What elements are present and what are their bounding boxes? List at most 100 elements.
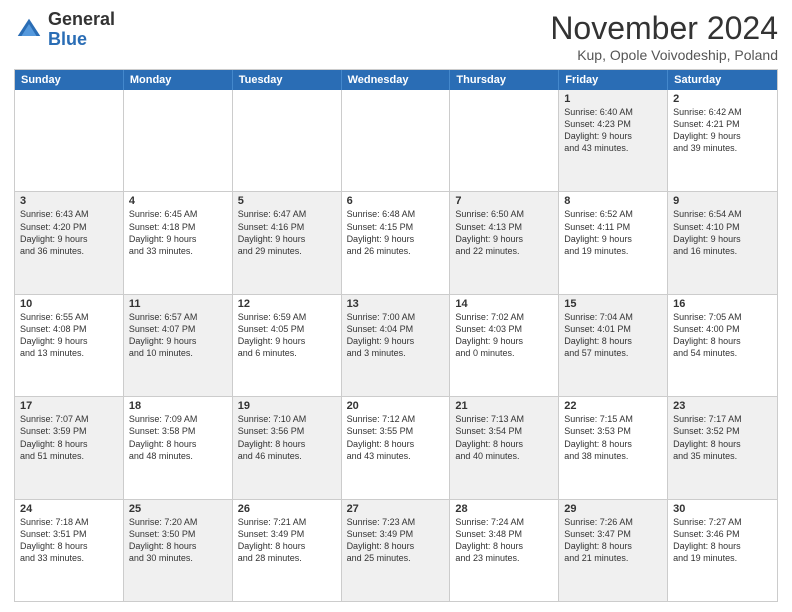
day-number-10: 10 [20,298,118,310]
cell-info-17: Sunrise: 7:07 AM Sunset: 3:59 PM Dayligh… [20,413,118,462]
title-block: November 2024 Kup, Opole Voivodeship, Po… [550,10,778,63]
calendar-cell-empty-0-0 [15,90,124,191]
calendar-cell-empty-0-4 [450,90,559,191]
calendar-cell-2: 2Sunrise: 6:42 AM Sunset: 4:21 PM Daylig… [668,90,777,191]
cell-info-3: Sunrise: 6:43 AM Sunset: 4:20 PM Dayligh… [20,208,118,257]
cell-info-20: Sunrise: 7:12 AM Sunset: 3:55 PM Dayligh… [347,413,445,462]
calendar-cell-12: 12Sunrise: 6:59 AM Sunset: 4:05 PM Dayli… [233,295,342,396]
calendar-cell-24: 24Sunrise: 7:18 AM Sunset: 3:51 PM Dayli… [15,500,124,601]
day-number-3: 3 [20,195,118,207]
calendar-cell-30: 30Sunrise: 7:27 AM Sunset: 3:46 PM Dayli… [668,500,777,601]
day-number-16: 16 [673,298,772,310]
day-number-13: 13 [347,298,445,310]
calendar-row-1: 3Sunrise: 6:43 AM Sunset: 4:20 PM Daylig… [15,191,777,293]
cell-info-15: Sunrise: 7:04 AM Sunset: 4:01 PM Dayligh… [564,311,662,360]
cell-info-23: Sunrise: 7:17 AM Sunset: 3:52 PM Dayligh… [673,413,772,462]
day-number-12: 12 [238,298,336,310]
cell-info-18: Sunrise: 7:09 AM Sunset: 3:58 PM Dayligh… [129,413,227,462]
day-number-19: 19 [238,400,336,412]
day-number-24: 24 [20,503,118,515]
day-number-9: 9 [673,195,772,207]
calendar-row-4: 24Sunrise: 7:18 AM Sunset: 3:51 PM Dayli… [15,499,777,601]
calendar-body: 1Sunrise: 6:40 AM Sunset: 4:23 PM Daylig… [15,90,777,601]
logo: General Blue [14,10,115,50]
cell-info-19: Sunrise: 7:10 AM Sunset: 3:56 PM Dayligh… [238,413,336,462]
cell-info-6: Sunrise: 6:48 AM Sunset: 4:15 PM Dayligh… [347,208,445,257]
calendar-cell-13: 13Sunrise: 7:00 AM Sunset: 4:04 PM Dayli… [342,295,451,396]
cell-info-21: Sunrise: 7:13 AM Sunset: 3:54 PM Dayligh… [455,413,553,462]
day-number-5: 5 [238,195,336,207]
cell-info-9: Sunrise: 6:54 AM Sunset: 4:10 PM Dayligh… [673,208,772,257]
calendar-row-3: 17Sunrise: 7:07 AM Sunset: 3:59 PM Dayli… [15,396,777,498]
day-number-20: 20 [347,400,445,412]
calendar: SundayMondayTuesdayWednesdayThursdayFrid… [14,69,778,602]
calendar-cell-28: 28Sunrise: 7:24 AM Sunset: 3:48 PM Dayli… [450,500,559,601]
calendar-cell-18: 18Sunrise: 7:09 AM Sunset: 3:58 PM Dayli… [124,397,233,498]
day-number-14: 14 [455,298,553,310]
weekday-header-friday: Friday [559,70,668,90]
cell-info-7: Sunrise: 6:50 AM Sunset: 4:13 PM Dayligh… [455,208,553,257]
weekday-header-monday: Monday [124,70,233,90]
calendar-cell-16: 16Sunrise: 7:05 AM Sunset: 4:00 PM Dayli… [668,295,777,396]
logo-icon [14,15,44,45]
cell-info-8: Sunrise: 6:52 AM Sunset: 4:11 PM Dayligh… [564,208,662,257]
day-number-7: 7 [455,195,553,207]
calendar-cell-14: 14Sunrise: 7:02 AM Sunset: 4:03 PM Dayli… [450,295,559,396]
day-number-15: 15 [564,298,662,310]
day-number-23: 23 [673,400,772,412]
cell-info-22: Sunrise: 7:15 AM Sunset: 3:53 PM Dayligh… [564,413,662,462]
cell-info-10: Sunrise: 6:55 AM Sunset: 4:08 PM Dayligh… [20,311,118,360]
cell-info-29: Sunrise: 7:26 AM Sunset: 3:47 PM Dayligh… [564,516,662,565]
cell-info-13: Sunrise: 7:00 AM Sunset: 4:04 PM Dayligh… [347,311,445,360]
calendar-cell-11: 11Sunrise: 6:57 AM Sunset: 4:07 PM Dayli… [124,295,233,396]
cell-info-27: Sunrise: 7:23 AM Sunset: 3:49 PM Dayligh… [347,516,445,565]
weekday-header-thursday: Thursday [450,70,559,90]
calendar-cell-8: 8Sunrise: 6:52 AM Sunset: 4:11 PM Daylig… [559,192,668,293]
logo-blue-text: Blue [48,29,87,49]
calendar-cell-26: 26Sunrise: 7:21 AM Sunset: 3:49 PM Dayli… [233,500,342,601]
day-number-4: 4 [129,195,227,207]
day-number-25: 25 [129,503,227,515]
calendar-row-2: 10Sunrise: 6:55 AM Sunset: 4:08 PM Dayli… [15,294,777,396]
day-number-6: 6 [347,195,445,207]
subtitle: Kup, Opole Voivodeship, Poland [550,47,778,63]
calendar-cell-3: 3Sunrise: 6:43 AM Sunset: 4:20 PM Daylig… [15,192,124,293]
calendar-cell-empty-0-2 [233,90,342,191]
cell-info-16: Sunrise: 7:05 AM Sunset: 4:00 PM Dayligh… [673,311,772,360]
day-number-26: 26 [238,503,336,515]
calendar-cell-29: 29Sunrise: 7:26 AM Sunset: 3:47 PM Dayli… [559,500,668,601]
calendar-cell-6: 6Sunrise: 6:48 AM Sunset: 4:15 PM Daylig… [342,192,451,293]
day-number-21: 21 [455,400,553,412]
calendar-cell-15: 15Sunrise: 7:04 AM Sunset: 4:01 PM Dayli… [559,295,668,396]
day-number-28: 28 [455,503,553,515]
logo-general-text: General [48,9,115,29]
cell-info-11: Sunrise: 6:57 AM Sunset: 4:07 PM Dayligh… [129,311,227,360]
cell-info-24: Sunrise: 7:18 AM Sunset: 3:51 PM Dayligh… [20,516,118,565]
calendar-cell-23: 23Sunrise: 7:17 AM Sunset: 3:52 PM Dayli… [668,397,777,498]
cell-info-1: Sunrise: 6:40 AM Sunset: 4:23 PM Dayligh… [564,106,662,155]
day-number-1: 1 [564,93,662,105]
calendar-cell-25: 25Sunrise: 7:20 AM Sunset: 3:50 PM Dayli… [124,500,233,601]
cell-info-26: Sunrise: 7:21 AM Sunset: 3:49 PM Dayligh… [238,516,336,565]
calendar-cell-empty-0-1 [124,90,233,191]
logo-text: General Blue [48,10,115,50]
day-number-17: 17 [20,400,118,412]
cell-info-28: Sunrise: 7:24 AM Sunset: 3:48 PM Dayligh… [455,516,553,565]
calendar-cell-10: 10Sunrise: 6:55 AM Sunset: 4:08 PM Dayli… [15,295,124,396]
cell-info-12: Sunrise: 6:59 AM Sunset: 4:05 PM Dayligh… [238,311,336,360]
day-number-11: 11 [129,298,227,310]
calendar-cell-20: 20Sunrise: 7:12 AM Sunset: 3:55 PM Dayli… [342,397,451,498]
weekday-header-sunday: Sunday [15,70,124,90]
calendar-cell-17: 17Sunrise: 7:07 AM Sunset: 3:59 PM Dayli… [15,397,124,498]
calendar-cell-1: 1Sunrise: 6:40 AM Sunset: 4:23 PM Daylig… [559,90,668,191]
day-number-18: 18 [129,400,227,412]
day-number-29: 29 [564,503,662,515]
weekday-header-saturday: Saturday [668,70,777,90]
cell-info-4: Sunrise: 6:45 AM Sunset: 4:18 PM Dayligh… [129,208,227,257]
weekday-header-wednesday: Wednesday [342,70,451,90]
cell-info-25: Sunrise: 7:20 AM Sunset: 3:50 PM Dayligh… [129,516,227,565]
day-number-30: 30 [673,503,772,515]
day-number-8: 8 [564,195,662,207]
calendar-cell-22: 22Sunrise: 7:15 AM Sunset: 3:53 PM Dayli… [559,397,668,498]
calendar-cell-19: 19Sunrise: 7:10 AM Sunset: 3:56 PM Dayli… [233,397,342,498]
